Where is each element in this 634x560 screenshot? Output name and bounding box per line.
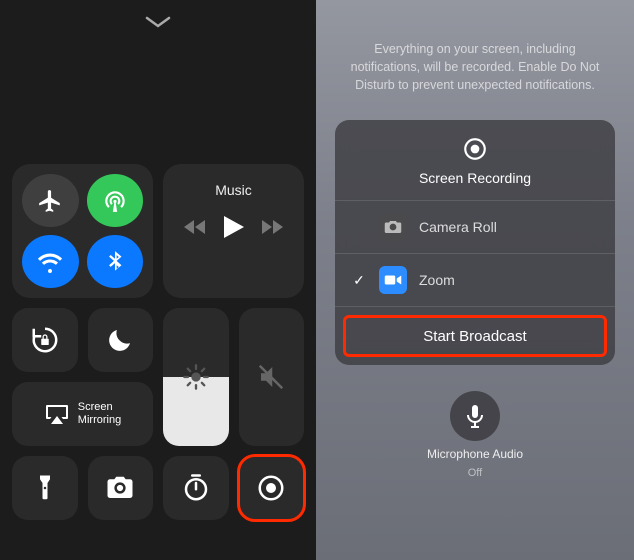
record-icon [462,136,488,162]
cellular-icon [102,188,128,214]
rewind-icon[interactable] [184,219,206,235]
start-row: Start Broadcast [335,306,615,365]
wifi-icon [37,249,63,275]
music-controls [184,216,284,238]
collapse-chevron[interactable] [8,10,308,34]
connectivity-tile [12,164,153,298]
camera-roll-label: Camera Roll [419,219,497,235]
flashlight-button[interactable] [12,456,78,520]
checkmark-icon: ✓ [351,272,367,289]
microphone-state: Off [468,467,482,479]
zoom-app-icon [379,266,407,294]
record-icon [256,473,286,503]
timer-button[interactable] [163,456,229,520]
sheet-header: Screen Recording [335,120,615,200]
wifi-button[interactable] [22,235,79,288]
screen-recording-panel: Everything on your screen, including not… [316,0,634,560]
microphone-section: Microphone Audio Off [427,391,523,479]
camera-button[interactable] [88,456,154,520]
forward-icon[interactable] [262,219,284,235]
airplane-mode-button[interactable] [22,174,79,227]
video-icon [384,274,402,286]
microphone-icon [465,404,485,428]
bluetooth-icon [102,249,128,275]
orientation-lock-button[interactable] [12,308,78,372]
screen-mirroring-button[interactable]: Screen Mirroring [12,382,153,446]
orientation-lock-icon [30,325,60,355]
brightness-slider[interactable] [163,308,229,446]
brightness-icon [182,363,210,391]
moon-icon [105,325,135,355]
music-label: Music [215,182,252,198]
volume-mute-tile[interactable] [239,308,305,446]
camera-icon [105,473,135,503]
airplane-icon [37,188,63,214]
control-center-panel: Music Screen Mirroring [0,0,316,560]
camera-icon [384,220,402,234]
speaker-muted-icon [256,362,286,392]
start-broadcast-label: Start Broadcast [423,328,526,345]
play-icon[interactable] [224,216,244,238]
flashlight-icon [30,473,60,503]
do-not-disturb-button[interactable] [88,308,154,372]
destination-zoom[interactable]: ✓ Zoom [335,253,615,306]
microphone-toggle[interactable] [450,391,500,441]
microphone-label: Microphone Audio [427,447,523,461]
cellular-data-button[interactable] [87,174,144,227]
bluetooth-button[interactable] [87,235,144,288]
start-broadcast-button[interactable]: Start Broadcast [345,317,605,355]
screen-record-button[interactable] [239,456,305,520]
chevron-down-icon [145,15,171,29]
zoom-label: Zoom [419,272,455,288]
timer-icon [181,473,211,503]
music-tile[interactable]: Music [163,164,304,298]
sheet-title: Screen Recording [419,170,531,186]
screen-recording-sheet: Screen Recording Camera Roll ✓ Zoom Star… [335,120,615,365]
recording-info-text: Everything on your screen, including not… [326,0,624,94]
camera-roll-app-icon [379,213,407,241]
destination-camera-roll[interactable]: Camera Roll [335,200,615,253]
airplay-icon [44,403,70,425]
screen-mirroring-label: Screen Mirroring [78,401,121,427]
